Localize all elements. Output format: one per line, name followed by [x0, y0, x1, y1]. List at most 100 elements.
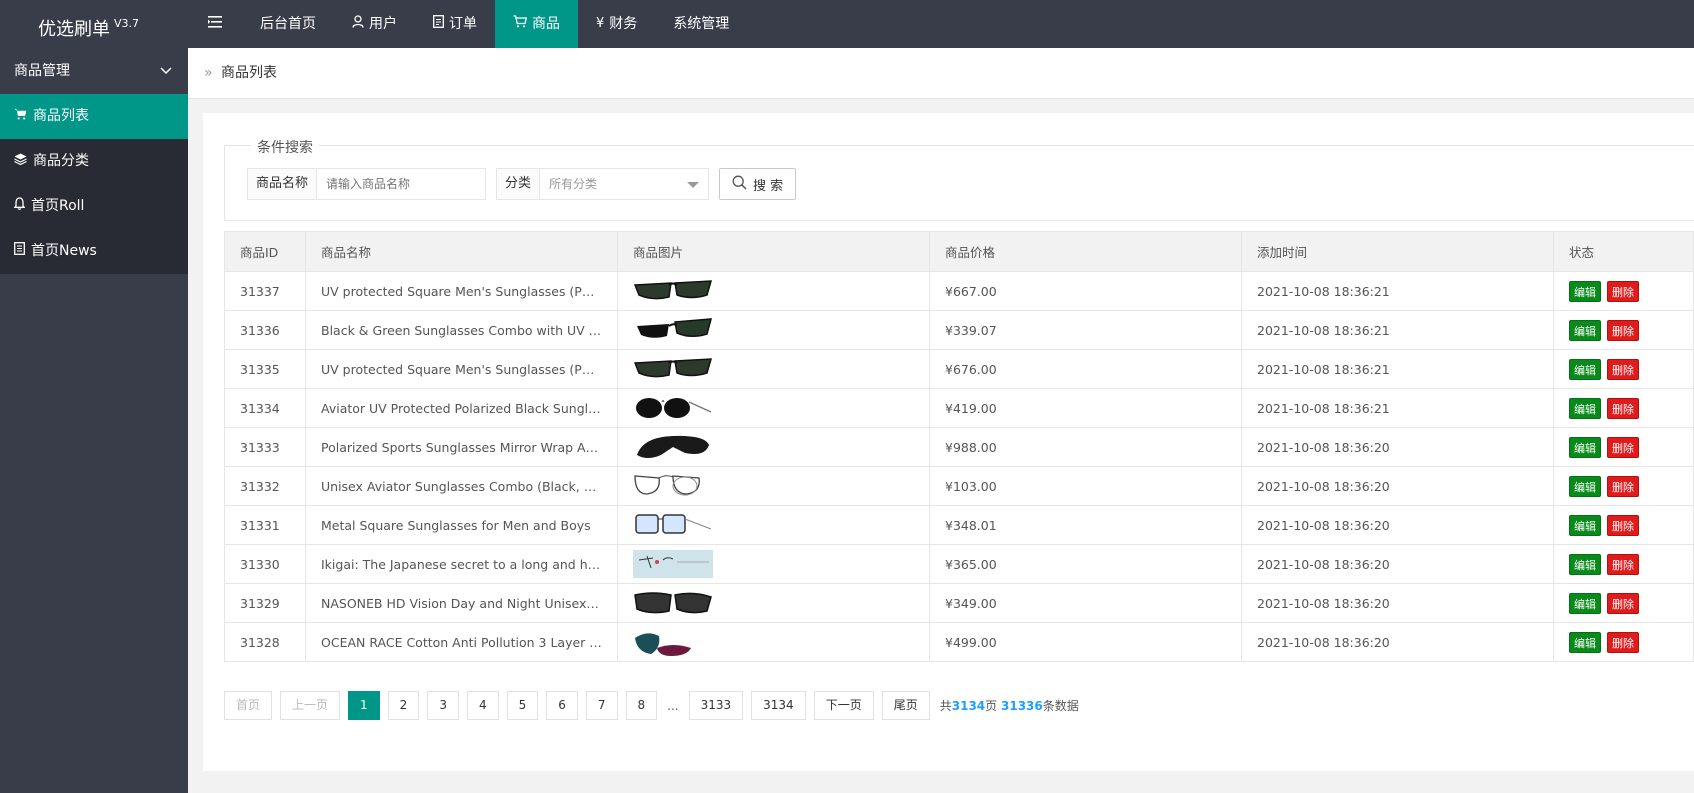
cell-time: 2021-10-08 18:36:20: [1241, 622, 1554, 662]
top-header: 优选刷单 V3.7 后台首页 用户 订单 商品 ¥ 财务 系统管理: [0, 0, 1694, 48]
nav-home[interactable]: 后台首页: [242, 0, 334, 48]
cell-price: ¥349.00: [929, 583, 1242, 623]
page-ellipsis: ...: [667, 698, 679, 713]
category-select[interactable]: 所有分类: [540, 169, 708, 199]
page-button[interactable]: 3133: [688, 691, 744, 720]
cell-image: [617, 310, 930, 350]
sidebar-item-product-list[interactable]: 商品列表: [0, 94, 188, 139]
sidebar-item-categories[interactable]: 商品分类: [0, 139, 188, 184]
search-button[interactable]: 搜 索: [719, 168, 797, 200]
edit-button[interactable]: 编辑: [1569, 319, 1601, 341]
total-items: 31336: [1001, 699, 1043, 713]
category-label: 分类: [497, 169, 541, 199]
cell-name: Aviator UV Protected Polarized Black Sun…: [305, 388, 618, 428]
cell-time: 2021-10-08 18:36:20: [1241, 544, 1554, 584]
col-header-image: 商品图片: [617, 231, 930, 272]
edit-button[interactable]: 编辑: [1569, 397, 1601, 419]
page-button[interactable]: 7: [585, 691, 618, 720]
delete-button[interactable]: 删除: [1607, 436, 1639, 458]
col-header-status: 状态: [1553, 231, 1694, 272]
page-next-button[interactable]: 下一页: [813, 691, 874, 720]
app-title: 优选刷单: [38, 19, 110, 40]
sidebar-item-home-roll[interactable]: 首页Roll: [0, 184, 188, 229]
table-row: 31333 Polarized Sports Sunglasses Mirror …: [224, 427, 1694, 467]
delete-button[interactable]: 删除: [1607, 319, 1639, 341]
bell-icon: [13, 184, 26, 229]
cell-name: Metal Square Sunglasses for Men and Boys: [305, 505, 618, 545]
cell-image: [617, 583, 930, 623]
search-row: 商品名称 分类 所有分类 搜 索: [247, 168, 797, 200]
cell-name: UV protected Square Men's Sunglasses (P3…: [305, 349, 618, 389]
category-group: 分类 所有分类: [496, 168, 710, 200]
cell-name: Black & Green Sunglasses Combo with UV P…: [305, 310, 618, 350]
edit-button[interactable]: 编辑: [1569, 592, 1601, 614]
cell-id: 31330: [224, 544, 306, 584]
edit-button[interactable]: 编辑: [1569, 631, 1601, 653]
col-header-id: 商品ID: [224, 231, 306, 272]
nav-home-label: 后台首页: [260, 16, 316, 32]
nav-products[interactable]: 商品: [495, 0, 578, 48]
top-nav: 后台首页 用户 订单 商品 ¥ 财务 系统管理: [188, 0, 747, 48]
nav-orders[interactable]: 订单: [415, 0, 495, 48]
edit-button[interactable]: 编辑: [1569, 475, 1601, 497]
delete-button[interactable]: 删除: [1607, 397, 1639, 419]
pagination: 首页 上一页 1 2 3 4 5 6 7 8 ... 3133 3134 下一页…: [224, 691, 1079, 720]
sidebar-item-home-news[interactable]: 首页News: [0, 229, 188, 274]
breadcrumb-current: 商品列表: [221, 65, 278, 81]
page-first-button[interactable]: 首页: [224, 691, 273, 720]
cell-price: ¥348.01: [929, 505, 1242, 545]
page-button[interactable]: 4: [466, 691, 499, 720]
edit-button[interactable]: 编辑: [1569, 358, 1601, 380]
product-name-input[interactable]: [317, 169, 486, 199]
nav-finance[interactable]: ¥ 财务: [578, 0, 655, 48]
menu-icon: [208, 0, 222, 48]
search-button-label: 搜 索: [753, 178, 784, 194]
product-table: 商品ID 商品名称 商品图片 商品价格 添加时间 状态 31337 UV prot…: [224, 231, 1694, 662]
page-button[interactable]: 1: [348, 691, 380, 720]
sidebar-item-label: 商品列表: [33, 108, 89, 124]
edit-button[interactable]: 编辑: [1569, 436, 1601, 458]
delete-button[interactable]: 删除: [1607, 592, 1639, 614]
page-last-button[interactable]: 尾页: [881, 691, 930, 720]
chevron-down-icon: [160, 48, 172, 94]
app-version: V3.7: [114, 17, 140, 30]
cell-price: ¥339.07: [929, 310, 1242, 350]
delete-button[interactable]: 删除: [1607, 280, 1639, 302]
sidebar-group-products[interactable]: 商品管理: [0, 48, 188, 94]
cell-name: NASONEB HD Vision Day and Night Unisex H…: [305, 583, 618, 623]
page-button[interactable]: 5: [506, 691, 539, 720]
cell-time: 2021-10-08 18:36:20: [1241, 583, 1554, 623]
delete-button[interactable]: 删除: [1607, 553, 1639, 575]
sidebar-toggle-button[interactable]: [188, 0, 242, 48]
cell-price: ¥419.00: [929, 388, 1242, 428]
table-row: 31330 Ikigai: The Japanese secret to a lo…: [224, 544, 1694, 584]
page-prev-button[interactable]: 上一页: [280, 691, 341, 720]
page-button[interactable]: 8: [625, 691, 658, 720]
news-icon: [14, 229, 25, 274]
edit-button[interactable]: 编辑: [1569, 553, 1601, 575]
delete-button[interactable]: 删除: [1607, 514, 1639, 536]
name-search-label: 商品名称: [248, 169, 318, 199]
sidebar-item-label: 商品分类: [33, 153, 89, 169]
nav-system[interactable]: 系统管理: [655, 0, 747, 48]
delete-button[interactable]: 删除: [1607, 631, 1639, 653]
edit-button[interactable]: 编辑: [1569, 280, 1601, 302]
table-row: 31332 Unisex Aviator Sunglasses Combo (Bl…: [224, 466, 1694, 506]
table-row: 31331 Metal Square Sunglasses for Men and…: [224, 505, 1694, 545]
cell-price: ¥365.00: [929, 544, 1242, 584]
col-header-name: 商品名称: [305, 231, 618, 272]
delete-button[interactable]: 删除: [1607, 358, 1639, 380]
product-thumbnail: [633, 277, 914, 305]
page-button[interactable]: 6: [546, 691, 578, 720]
cell-actions: 编辑 删除: [1553, 544, 1694, 584]
edit-button[interactable]: 编辑: [1569, 514, 1601, 536]
search-legend: 条件搜索: [251, 137, 319, 157]
page-button[interactable]: 3: [427, 691, 459, 720]
nav-users[interactable]: 用户: [334, 0, 415, 48]
product-thumbnail: [633, 511, 914, 539]
cell-time: 2021-10-08 18:36:21: [1241, 271, 1554, 311]
page-button[interactable]: 3134: [751, 691, 806, 720]
page-button[interactable]: 2: [387, 691, 420, 720]
delete-button[interactable]: 删除: [1607, 475, 1639, 497]
cart-icon: [14, 94, 27, 139]
